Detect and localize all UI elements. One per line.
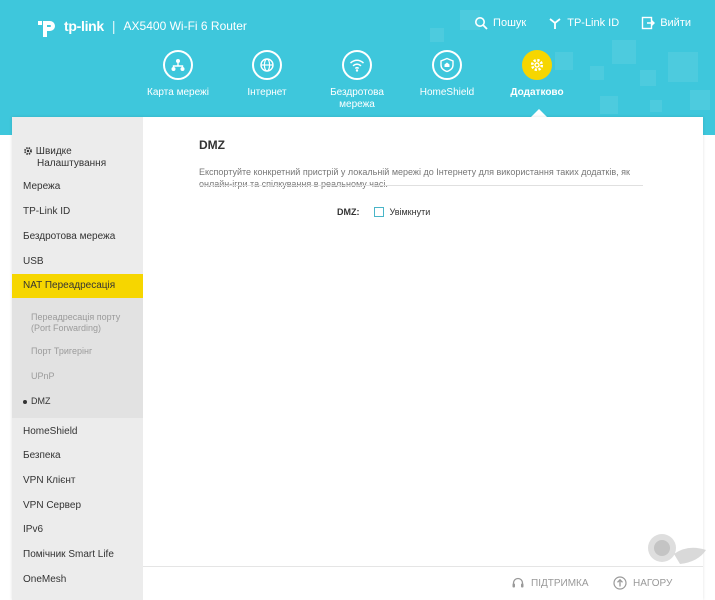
dmz-sub-label: DMZ bbox=[31, 396, 51, 406]
sidebar-item-security[interactable]: Безпека bbox=[12, 450, 143, 462]
main-nav: Карта мережі Інтернет Бездротова мережа … bbox=[0, 50, 715, 120]
brand: tp-link | AX5400 Wi-Fi 6 Router bbox=[34, 13, 247, 39]
page-title: DMZ bbox=[199, 138, 225, 152]
content-area: DMZ Експортуйте конкретний пристрій у ло… bbox=[199, 138, 643, 190]
brand-separator: | bbox=[111, 18, 116, 34]
active-tab-caret bbox=[531, 109, 547, 117]
page-description: Експортуйте конкретний пристрій у локаль… bbox=[199, 166, 643, 190]
tab-advanced-label: Додатково bbox=[510, 87, 564, 98]
search-link-label: Пошук bbox=[493, 17, 527, 29]
gear-icon bbox=[522, 50, 552, 80]
sidebar-sub-port-forwarding[interactable]: Переадресація порту (Port Forwarding) bbox=[12, 312, 143, 334]
sidebar-sub-dmz[interactable]: DMZ bbox=[12, 396, 143, 407]
support-label: ПІДТРИМКА bbox=[531, 577, 589, 589]
brand-name: tp-link bbox=[64, 18, 104, 34]
wifi-icon bbox=[342, 50, 372, 80]
support-link[interactable]: ПІДТРИМКА bbox=[511, 576, 589, 590]
sidebar-item-onemesh[interactable]: OneMesh bbox=[12, 574, 143, 586]
tab-network-map-label: Карта мережі bbox=[147, 87, 209, 98]
logout-label: Вийти bbox=[660, 17, 691, 29]
quick-setup-gear-icon bbox=[24, 147, 32, 156]
tab-advanced[interactable]: Додатково bbox=[492, 50, 582, 99]
tab-internet[interactable]: Інтернет bbox=[222, 50, 312, 99]
sidebar: Швидке Налаштування Мережа TP-Link ID Бе… bbox=[12, 117, 143, 600]
watermark-logo bbox=[648, 534, 706, 564]
top-links: Пошук TP-Link ID Вийти bbox=[474, 16, 691, 30]
port-forwarding-label-2: (Port Forwarding) bbox=[31, 323, 102, 333]
sidebar-sub-upnp[interactable]: UPnP bbox=[12, 371, 143, 382]
search-link[interactable]: Пошук bbox=[474, 16, 526, 30]
quick-setup-label-2: Налаштування bbox=[37, 158, 107, 169]
dmz-setting-row: DMZ: Увімкнути bbox=[337, 207, 430, 217]
arrow-up-circle-icon bbox=[613, 576, 627, 590]
globe-icon bbox=[252, 50, 282, 80]
tplink-id-label: TP-Link ID bbox=[567, 17, 620, 29]
description-line-2: онлайн-ігри та спілкування в реальному ч… bbox=[199, 179, 388, 189]
sidebar-item-vpn-client[interactable]: VPN Клієнт bbox=[12, 475, 143, 487]
sidebar-item-network[interactable]: Мережа bbox=[12, 181, 143, 193]
tab-homeshield-label: HomeShield bbox=[419, 87, 475, 98]
tplink-logo-icon bbox=[38, 21, 55, 37]
tab-homeshield[interactable]: HomeShield bbox=[402, 50, 492, 99]
sidebar-item-ipv6[interactable]: IPv6 bbox=[12, 524, 143, 536]
description-line-1: Експортуйте конкретний пристрій у локаль… bbox=[199, 167, 630, 177]
sidebar-item-smart-life[interactable]: Помічник Smart Life bbox=[12, 549, 143, 561]
sidebar-sub-port-triggering[interactable]: Порт Тригерінг bbox=[12, 346, 143, 357]
back-to-top-label: НАГОРУ bbox=[633, 577, 673, 589]
back-to-top-link[interactable]: НАГОРУ bbox=[613, 576, 672, 590]
tab-network-map[interactable]: Карта мережі bbox=[133, 50, 223, 99]
logout-icon bbox=[641, 16, 656, 30]
dmz-enable-label[interactable]: Увімкнути bbox=[390, 207, 431, 217]
nat-submenu: Переадресація порту (Port Forwarding) По… bbox=[12, 298, 143, 418]
sidebar-item-tplink-id[interactable]: TP-Link ID bbox=[12, 206, 143, 218]
tab-internet-label: Інтернет bbox=[247, 87, 287, 98]
quick-setup-label-1: Швидке bbox=[35, 146, 72, 157]
sidebar-item-nat-forwarding[interactable]: NAT Переадресація bbox=[12, 274, 143, 298]
search-icon bbox=[475, 17, 488, 30]
tab-wireless-label-2: мережа bbox=[339, 99, 375, 110]
current-dot-icon bbox=[23, 399, 27, 404]
port-forwarding-label-1: Переадресація порту bbox=[31, 312, 121, 322]
sidebar-item-quick-setup[interactable]: Швидке Налаштування bbox=[12, 146, 143, 170]
sidebar-item-vpn-server[interactable]: VPN Сервер bbox=[12, 500, 143, 512]
tplink-id-link[interactable]: TP-Link ID bbox=[548, 16, 619, 30]
network-map-icon bbox=[163, 50, 193, 80]
tab-wireless-label-1: Бездротова bbox=[330, 87, 384, 98]
divider bbox=[199, 185, 643, 186]
tplink-id-icon bbox=[549, 18, 561, 29]
dmz-enable-checkbox[interactable] bbox=[373, 207, 384, 217]
dmz-field-label: DMZ: bbox=[337, 207, 360, 217]
sidebar-item-homeshield[interactable]: HomeShield bbox=[12, 426, 143, 438]
logout-link[interactable]: Вийти bbox=[641, 16, 691, 30]
sidebar-item-wireless[interactable]: Бездротова мережа bbox=[12, 231, 143, 243]
headset-icon bbox=[512, 577, 524, 588]
router-model: AX5400 Wi-Fi 6 Router bbox=[123, 19, 247, 33]
sidebar-item-usb[interactable]: USB bbox=[12, 256, 143, 268]
tab-wireless[interactable]: Бездротова мережа bbox=[312, 50, 402, 111]
homeshield-icon bbox=[432, 50, 462, 80]
